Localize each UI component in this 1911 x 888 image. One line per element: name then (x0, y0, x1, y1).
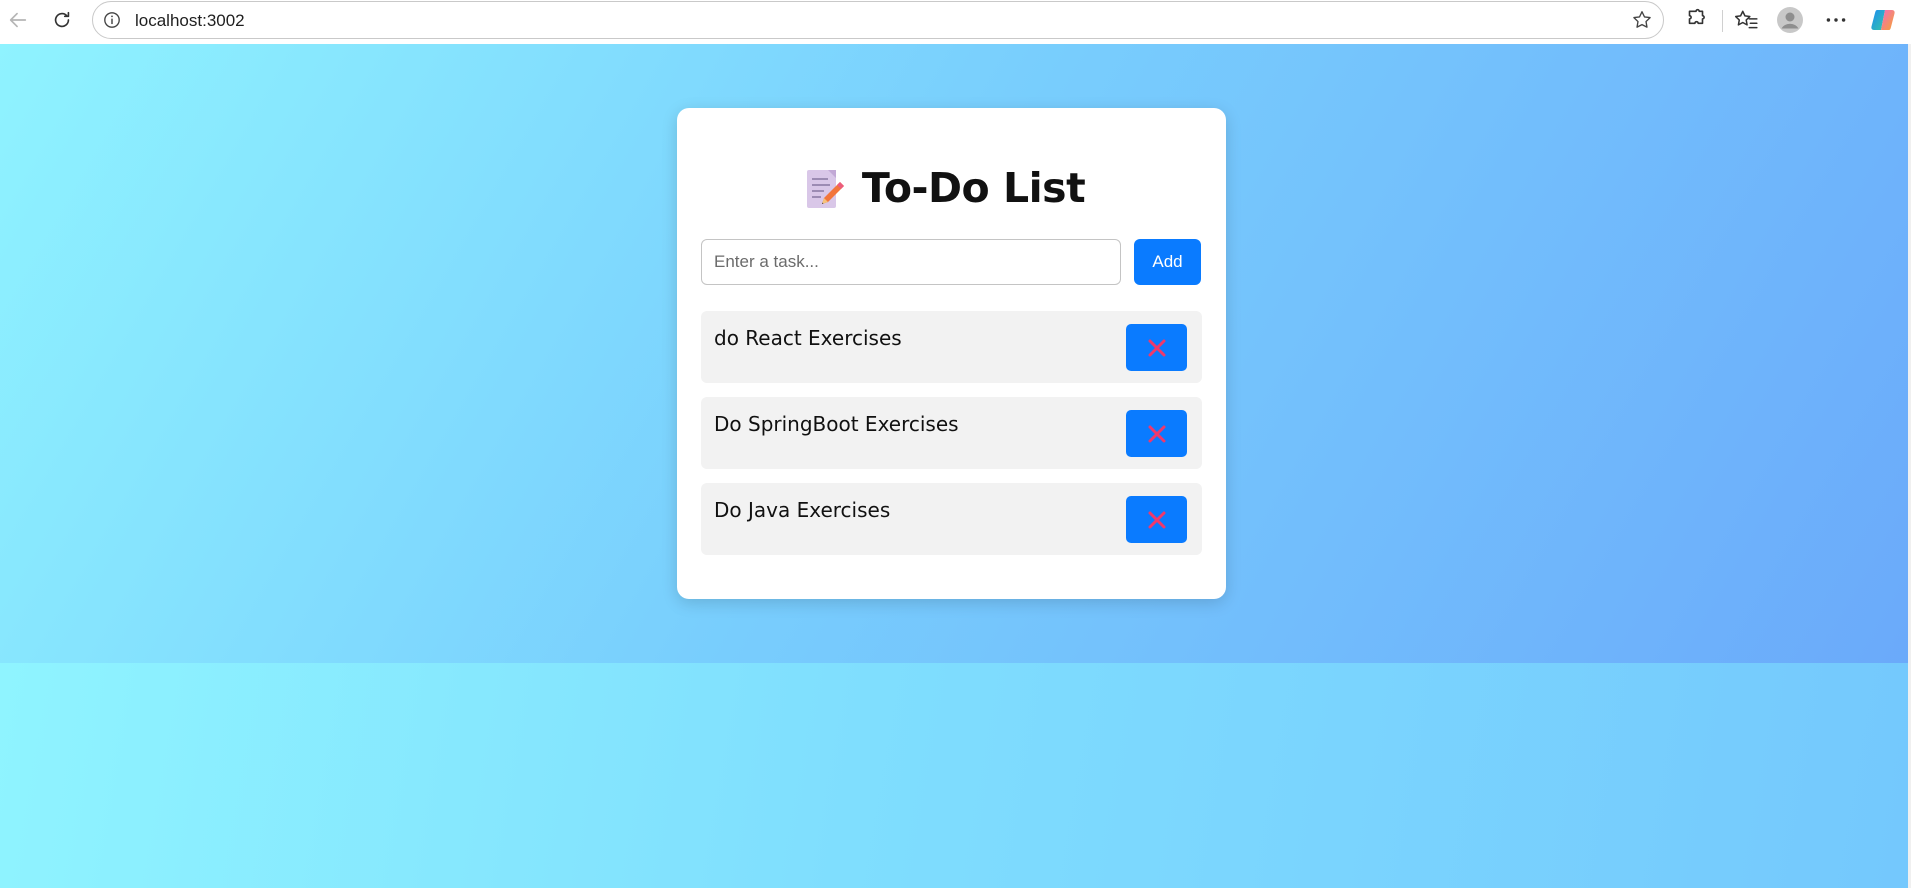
page-viewport: To-Do List Add do React Exercises Do Spr… (0, 44, 1908, 888)
address-bar[interactable]: localhost:3002 (92, 1, 1664, 39)
list-item: Do SpringBoot Exercises (701, 397, 1202, 469)
copilot-icon (1871, 10, 1895, 30)
profile-icon (1777, 7, 1803, 33)
list-item: Do Java Exercises (701, 483, 1202, 555)
star-icon[interactable] (1631, 9, 1653, 31)
cross-mark-icon (1148, 425, 1165, 442)
task-text: Do Java Exercises (714, 498, 891, 522)
copilot-button[interactable] (1870, 7, 1896, 33)
add-button[interactable]: Add (1134, 239, 1201, 285)
url-text[interactable]: localhost:3002 (135, 11, 245, 31)
delete-button[interactable] (1126, 324, 1187, 371)
delete-button[interactable] (1126, 410, 1187, 457)
task-list: do React Exercises Do SpringBoot Exercis… (701, 311, 1202, 569)
back-button[interactable] (0, 2, 36, 38)
favorites-button[interactable] (1733, 7, 1759, 33)
profile-button[interactable] (1777, 7, 1803, 33)
task-text: do React Exercises (714, 326, 902, 350)
favorites-icon (1734, 10, 1758, 29)
more-button[interactable] (1823, 7, 1849, 33)
title-row: To-Do List (677, 162, 1226, 214)
puzzle-icon (1688, 8, 1705, 25)
delete-button[interactable] (1126, 496, 1187, 543)
extensions-button[interactable] (1683, 7, 1709, 33)
list-item: do React Exercises (701, 311, 1202, 383)
memo-icon (804, 168, 844, 208)
cross-mark-icon (1148, 511, 1165, 528)
cross-mark-icon (1148, 339, 1165, 356)
task-text: Do SpringBoot Exercises (714, 412, 959, 436)
page-title: To-Do List (861, 164, 1086, 212)
more-icon (1826, 18, 1846, 22)
toolbar-divider (1722, 10, 1723, 32)
todo-card: To-Do List Add do React Exercises Do Spr… (677, 108, 1226, 599)
browser-toolbar: localhost:3002 (0, 0, 1911, 44)
info-icon[interactable] (103, 11, 121, 29)
back-arrow-icon (9, 12, 27, 28)
task-input[interactable] (701, 239, 1121, 285)
reload-button[interactable] (44, 2, 80, 38)
reload-icon (54, 11, 70, 28)
page-background-lower (0, 663, 1908, 888)
